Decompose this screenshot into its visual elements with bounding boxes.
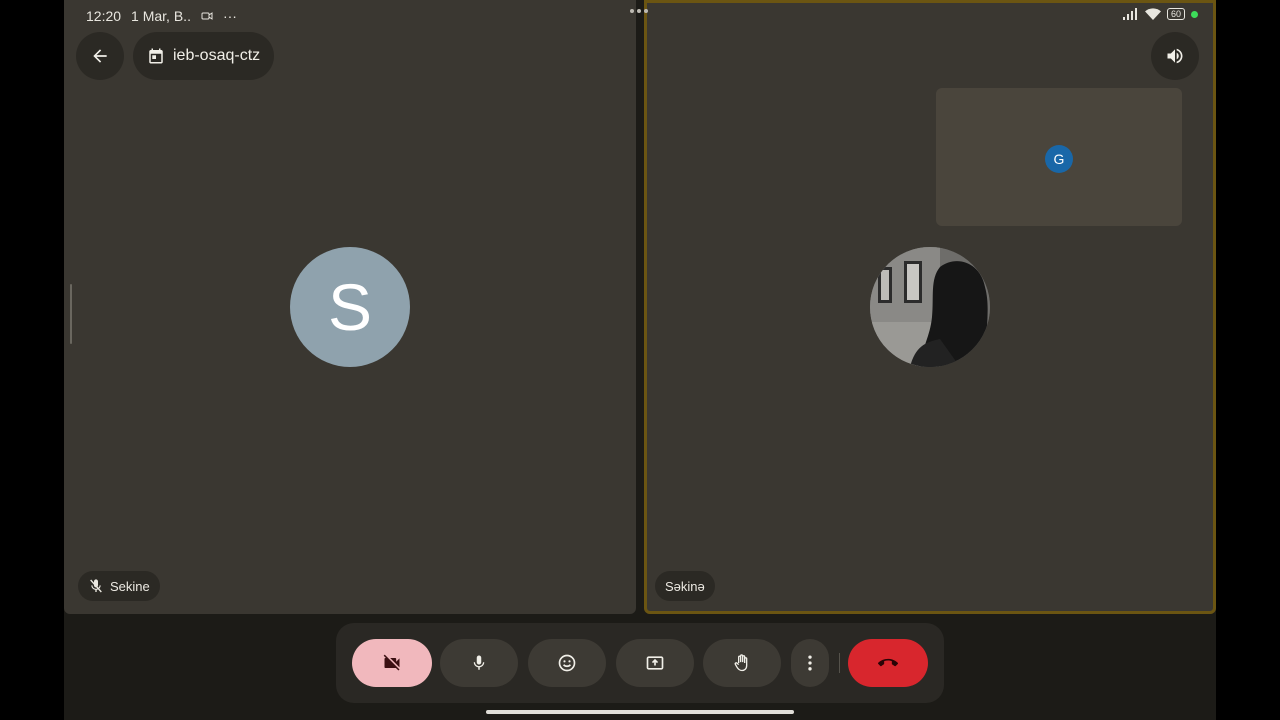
participant-tile-self: ieb-osaq-ctz S Sekine <box>64 0 636 614</box>
status-right: 60 <box>1122 8 1198 20</box>
participant-name-chip: Səkinə <box>655 571 715 601</box>
video-off-icon <box>383 654 400 671</box>
pip-avatar-letter: G <box>1053 151 1065 167</box>
clock: 12:20 <box>86 8 122 24</box>
signal-icon <box>1122 8 1137 20</box>
arrow-back-icon <box>93 49 107 63</box>
volume-icon <box>1167 48 1183 64</box>
status-bar: 12:20 1 Mar, B.. ··· 60 <box>64 0 1216 30</box>
participant-avatar: S <box>290 247 410 367</box>
dot-icon <box>637 9 641 13</box>
avatar-letter: S <box>327 270 373 344</box>
participant-name-chip: Sekine <box>78 571 160 601</box>
battery-icon: 60 <box>1166 8 1185 20</box>
reactions-button[interactable] <box>528 639 606 687</box>
resize-handle[interactable] <box>70 284 72 344</box>
date: 1 Mar, B.. <box>131 8 191 24</box>
wifi-icon <box>1144 8 1161 20</box>
notification-overflow: ··· <box>222 8 237 24</box>
end-call-button[interactable] <box>848 639 928 687</box>
back-button[interactable] <box>76 32 124 80</box>
dot-icon <box>644 9 648 13</box>
hand-icon <box>734 654 748 672</box>
present-screen-icon <box>646 656 664 670</box>
dot-icon <box>630 9 634 13</box>
self-view-pip[interactable]: G <box>936 88 1182 226</box>
emoji-icon <box>558 654 576 672</box>
camera-toggle-button[interactable] <box>352 639 432 687</box>
present-screen-button[interactable] <box>616 639 694 687</box>
call-controls <box>336 623 944 703</box>
pip-avatar: G <box>1045 145 1073 173</box>
call-end-icon <box>878 658 898 667</box>
video-call-status-icon <box>201 12 213 20</box>
participant-photo-avatar <box>870 247 990 367</box>
mic-icon <box>473 655 485 670</box>
participant-name: Səkinə <box>665 578 705 594</box>
profile-photo <box>870 247 990 367</box>
microphone-button[interactable] <box>440 639 518 687</box>
meeting-info-chip[interactable]: ieb-osaq-ctz <box>133 32 275 80</box>
mic-off-icon <box>90 579 102 593</box>
participant-name: Sekine <box>110 578 150 594</box>
more-options-button[interactable] <box>791 639 829 687</box>
calendar-icon <box>149 48 163 64</box>
meet-screen: ieb-osaq-ctz S Sekine G Səkinə 12:20 1 M… <box>64 0 1216 720</box>
home-indicator[interactable] <box>486 710 794 714</box>
multiwindow-handle[interactable] <box>630 9 648 13</box>
speaker-button[interactable] <box>1151 32 1199 80</box>
privacy-indicator-icon <box>1191 10 1198 18</box>
raise-hand-button[interactable] <box>703 639 781 687</box>
meeting-code: ieb-osaq-ctz <box>173 47 261 64</box>
more-vert-icon <box>808 655 812 671</box>
status-left: 12:20 1 Mar, B.. ··· <box>86 8 237 24</box>
controls-divider <box>839 653 840 673</box>
participant-tile-active-speaker: G Səkinə <box>644 0 1216 614</box>
